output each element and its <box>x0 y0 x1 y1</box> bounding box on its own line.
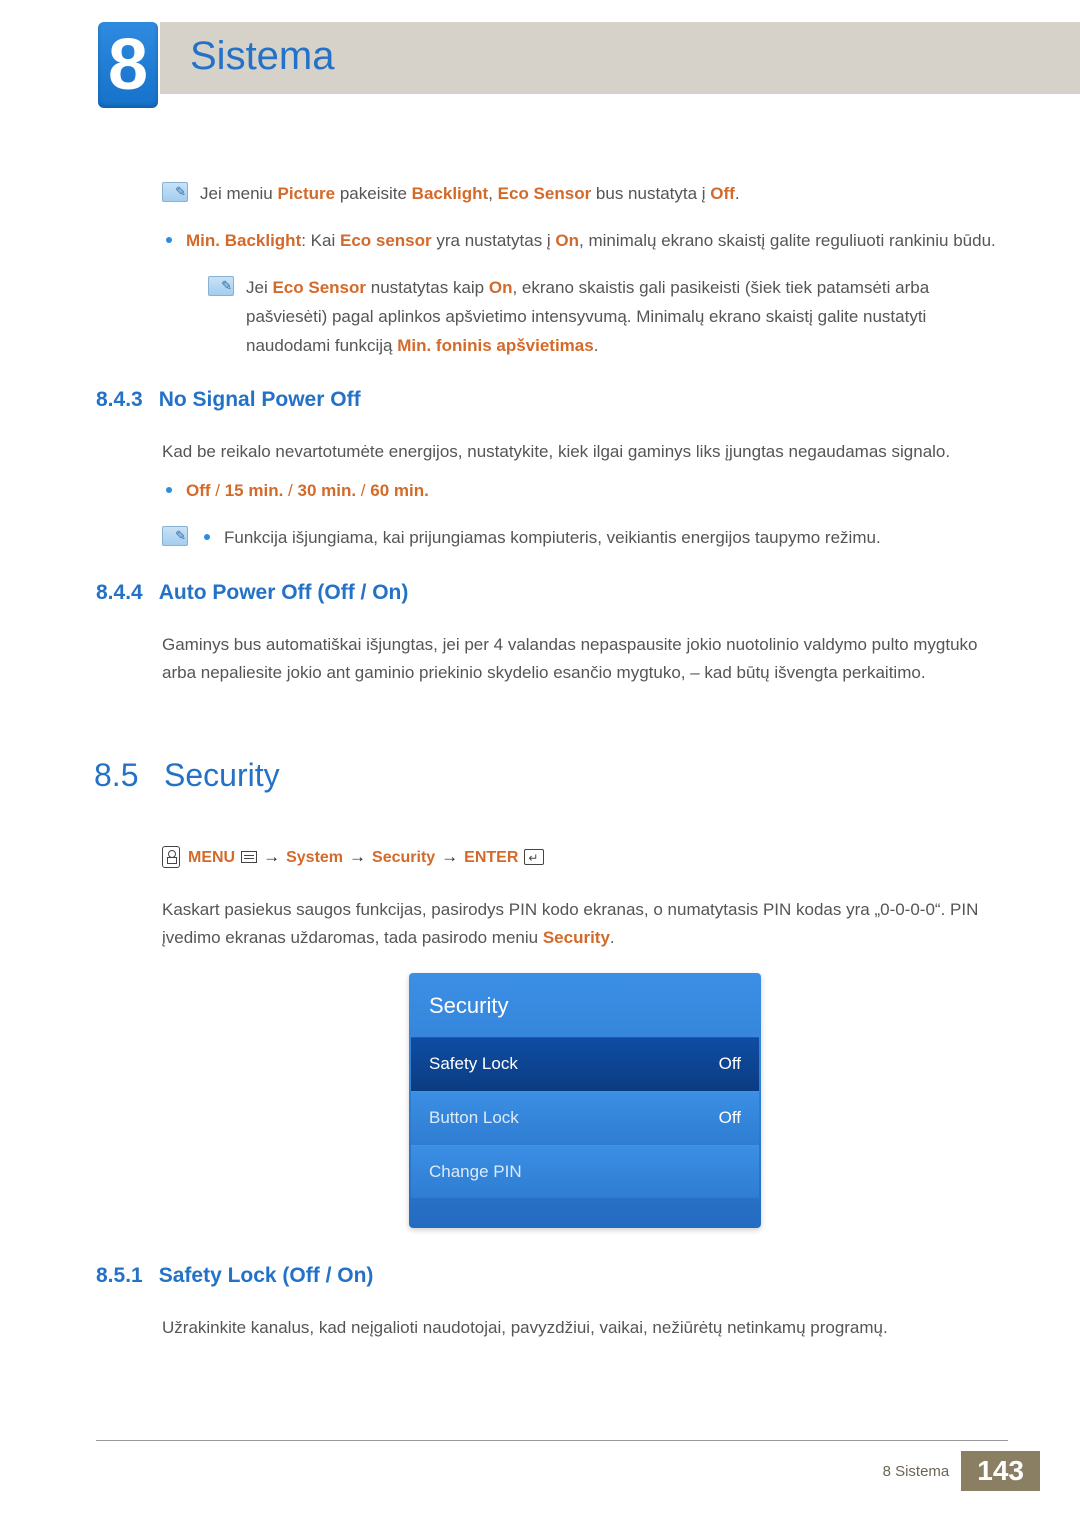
note-eco-sensor: Jei Eco Sensor nustatytas kaip On, ekran… <box>208 274 1008 361</box>
body-85: Kaskart pasiekus saugos funkcijas, pasir… <box>162 896 1008 954</box>
heading-851: 8.5.1Safety Lock (Off / On) <box>96 1258 1008 1294</box>
osd-row-safety-lock[interactable]: Safety Lock Off <box>411 1037 759 1091</box>
heading-844: 8.4.4Auto Power Off (Off / On) <box>96 575 1008 611</box>
note-843: Funkcija išjungiama, kai prijungiamas ko… <box>162 524 1008 553</box>
heading-843: 8.4.3No Signal Power Off <box>96 382 1008 418</box>
remote-icon <box>162 846 180 868</box>
bullet-icon <box>166 237 172 243</box>
note-text: Jei meniu Picture pakeisite Backlight, E… <box>200 180 740 209</box>
options-text: Off / 15 min. / 30 min. / 60 min. <box>186 477 429 506</box>
osd-row-change-pin[interactable]: Change PIN <box>411 1145 759 1199</box>
page-footer: 8 Sistema 143 <box>96 1440 1080 1491</box>
note-icon <box>162 526 188 546</box>
osd-security-panel: Security Safety Lock Off Button Lock Off… <box>409 973 761 1228</box>
body-843: Kad be reikalo nevartotumėte energijos, … <box>162 438 1008 467</box>
body-844: Gaminys bus automatiškai išjungtas, jei … <box>162 631 1008 689</box>
footer-divider <box>96 1440 1008 1441</box>
footer-chapter-ref: 8 Sistema <box>883 1463 950 1480</box>
osd-bottom-spacer <box>411 1198 759 1226</box>
menu-path: MENU → System → Security → ENTER <box>162 843 1008 872</box>
note-icon <box>162 182 188 202</box>
header-bar <box>0 22 1080 94</box>
osd-title: Security <box>411 975 759 1036</box>
body-851: Užrakinkite kanalus, kad neįgalioti naud… <box>162 1314 1008 1343</box>
bullet-icon <box>166 487 172 493</box>
note-picture-backlight: Jei meniu Picture pakeisite Backlight, E… <box>162 180 1008 209</box>
heading-85: 8.5 Security <box>96 748 1008 802</box>
bullet-icon <box>204 534 210 540</box>
bullet-min-backlight: Min. Backlight: Kai Eco sensor yra nusta… <box>162 227 1008 256</box>
options-843: Off / 15 min. / 30 min. / 60 min. <box>162 477 1008 506</box>
chapter-number-badge: 8 <box>98 22 158 108</box>
osd-row-button-lock[interactable]: Button Lock Off <box>411 1091 759 1145</box>
note-icon <box>208 276 234 296</box>
menu-grid-icon <box>241 851 257 863</box>
page-number: 143 <box>961 1451 1040 1491</box>
note-text: Funkcija išjungiama, kai prijungiamas ko… <box>224 524 881 553</box>
note-text: Jei Eco Sensor nustatytas kaip On, ekran… <box>246 274 1008 361</box>
bullet-text: Min. Backlight: Kai Eco sensor yra nusta… <box>186 227 996 256</box>
chapter-title: Sistema <box>190 34 335 79</box>
enter-icon <box>524 849 544 865</box>
